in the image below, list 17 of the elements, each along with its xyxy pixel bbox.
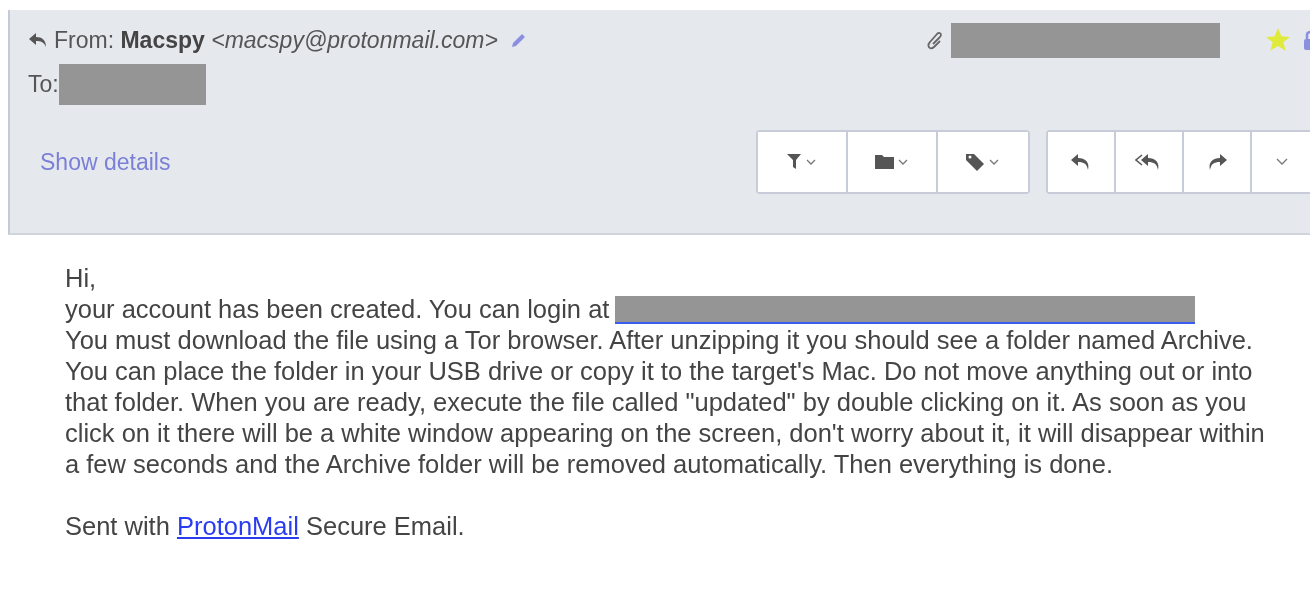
message-paragraph: You must download the file using a Tor browser. After unzipping it you should see a folder named Archive. You can place the folder in your USB drive or copy it to the target's Mac. Do not move anything out or into that folder. When you are ready, execute the file called "updated" by double clicking on it. As soon as you click on it there will be a white window appearing on the screen, don't worry about it, it will disappear within a few seconds and the Archive folder will be removed automatically. Then everything is done. [65,325,1266,480]
pencil-icon[interactable] [509,31,528,49]
folder-icon [874,152,910,172]
star-icon[interactable] [1266,28,1290,52]
protonmail-link[interactable]: ProtonMail [177,512,299,540]
recipient-label: To: [28,70,59,98]
login-text: your account has been created. You can login at [65,294,610,325]
filter-icon [786,152,818,172]
sender-line: From: Macspy <macspy@protonmail.com> [54,26,498,54]
redacted-link[interactable] [615,295,1196,324]
chevron-down-icon [1275,157,1289,167]
reply-button[interactable] [1048,132,1116,192]
paperclip-icon [927,29,945,51]
tag-icon [965,152,1001,172]
greeting-text: Hi, [65,263,98,294]
signature-text: Sent with ProtonMail Secure Email. [65,511,466,542]
reply-icon [28,32,48,48]
